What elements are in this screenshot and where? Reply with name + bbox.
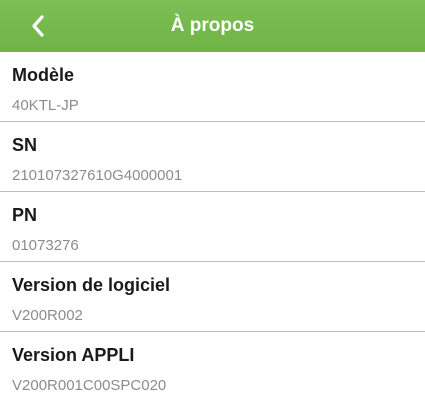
chevron-left-icon <box>32 15 44 37</box>
info-item-model: Modèle 40KTL-JP <box>0 52 425 122</box>
info-item-label: PN <box>12 205 38 225</box>
info-item-label: Modèle <box>12 65 75 85</box>
page-title: À propos <box>170 15 255 36</box>
info-item-label: SN <box>12 135 38 155</box>
info-item-pn: PN 01073276 <box>0 192 425 262</box>
about-screen: À propos Modèle 40KTL-JP SN 210107327610… <box>0 0 425 401</box>
info-item-value: 210107327610G4000001 <box>12 167 183 184</box>
header-bar: À propos <box>0 0 425 52</box>
info-item-value: V200R001C00SPC020 <box>12 377 167 394</box>
info-list: Modèle 40KTL-JP SN 210107327610G4000001 … <box>0 52 425 401</box>
info-item-sn: SN 210107327610G4000001 <box>0 122 425 192</box>
info-item-label: Version de logiciel <box>12 275 171 295</box>
info-item-software-version: Version de logiciel V200R002 <box>0 262 425 332</box>
info-item-value: 01073276 <box>12 237 79 254</box>
info-item-value: V200R002 <box>12 307 83 324</box>
back-button[interactable] <box>26 12 50 40</box>
info-item-app-version: Version APPLI V200R001C00SPC020 <box>0 332 425 401</box>
info-item-value: 40KTL-JP <box>12 97 79 114</box>
info-item-label: Version APPLI <box>12 345 135 365</box>
